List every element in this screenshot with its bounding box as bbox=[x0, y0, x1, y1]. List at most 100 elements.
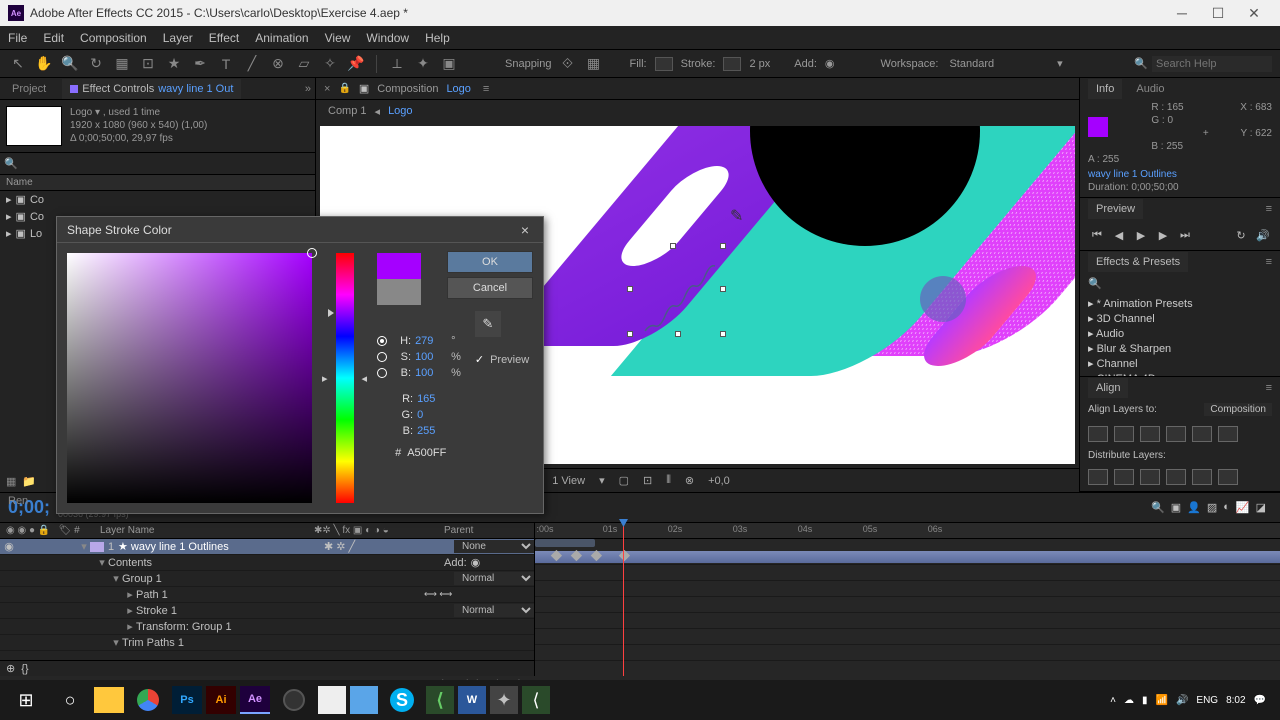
project-item[interactable]: ▸▣Co bbox=[0, 191, 315, 208]
rotation-tool[interactable]: ↻ bbox=[86, 54, 106, 74]
maximize-button[interactable]: ☐ bbox=[1200, 0, 1236, 26]
bright-value[interactable]: 100 bbox=[415, 367, 447, 379]
tab-project[interactable]: Project bbox=[4, 79, 54, 99]
tab-preview[interactable]: Preview bbox=[1088, 199, 1143, 219]
stroke-mode-dropdown[interactable]: Normal bbox=[454, 604, 534, 617]
calculator-icon[interactable] bbox=[318, 686, 346, 714]
menu-composition[interactable]: Composition bbox=[80, 31, 147, 45]
first-frame-button[interactable]: ⏮ bbox=[1088, 226, 1106, 244]
menu-window[interactable]: Window bbox=[366, 31, 409, 45]
search-help-input[interactable] bbox=[1152, 56, 1272, 72]
shape-tool[interactable]: ★ bbox=[164, 54, 184, 74]
tray-chevron-icon[interactable]: ˄ bbox=[1110, 695, 1116, 706]
flow-comp1[interactable]: Comp 1 bbox=[328, 105, 367, 117]
comp-thumbnail[interactable] bbox=[6, 106, 62, 146]
tab-info[interactable]: Info bbox=[1088, 79, 1122, 99]
app-icon-3[interactable]: ⟨ bbox=[522, 686, 550, 714]
pan-behind-tool[interactable]: ⊡ bbox=[138, 54, 158, 74]
blend-mode-dropdown[interactable]: Normal bbox=[454, 572, 534, 585]
camera-tool[interactable]: ▦ bbox=[112, 54, 132, 74]
tl-comp-icon[interactable]: ▣ bbox=[1171, 501, 1181, 514]
channel-icon[interactable]: ⫴ bbox=[666, 474, 671, 487]
dist-hcenter[interactable] bbox=[1192, 469, 1212, 485]
selection-tool[interactable]: ↖ bbox=[8, 54, 28, 74]
region-icon[interactable]: ⊡ bbox=[643, 474, 652, 487]
align-right[interactable] bbox=[1140, 426, 1160, 442]
flow-logo[interactable]: Logo bbox=[388, 105, 412, 117]
snapshot-icon[interactable]: ⊗ bbox=[685, 474, 694, 487]
file-explorer-icon[interactable] bbox=[94, 687, 124, 713]
playhead[interactable] bbox=[623, 523, 624, 676]
tab-align[interactable]: Align bbox=[1088, 378, 1128, 398]
hue-slider[interactable] bbox=[336, 253, 354, 503]
ep-item[interactable]: ▸ Blur & Sharpen bbox=[1080, 341, 1280, 356]
hand-tool[interactable]: ✋ bbox=[34, 54, 54, 74]
blue-value[interactable]: 255 bbox=[417, 425, 449, 437]
bright-radio[interactable] bbox=[377, 368, 387, 378]
start-button[interactable]: ⊞ bbox=[6, 683, 46, 717]
layer-row[interactable]: ◉ ▾ 1 ★ wavy line 1 Outlines ✱ ✲ ╱ None bbox=[0, 539, 534, 555]
minimize-button[interactable]: ─ bbox=[1164, 0, 1200, 26]
app-icon-1[interactable] bbox=[274, 683, 314, 717]
exposure-value[interactable]: +0,0 bbox=[708, 475, 730, 487]
chrome-icon[interactable] bbox=[128, 683, 168, 717]
ep-item[interactable]: ▸ 3D Channel bbox=[1080, 311, 1280, 326]
last-frame-button[interactable]: ⏭ bbox=[1176, 226, 1194, 244]
composition-tab-name[interactable]: Logo bbox=[446, 83, 470, 95]
local-axis-icon[interactable]: ⟂ bbox=[387, 54, 407, 74]
align-target-dropdown[interactable]: Composition bbox=[1204, 403, 1272, 416]
tray-clock[interactable]: 8:02 bbox=[1226, 695, 1245, 706]
selected-layer-bbox[interactable] bbox=[630, 246, 730, 341]
interpret-icon[interactable]: ▦ bbox=[6, 475, 16, 488]
transform-row[interactable]: ▸Transform: Group 1 bbox=[0, 619, 534, 635]
tray-volume-icon[interactable]: 🔊 bbox=[1176, 695, 1188, 706]
hex-value[interactable]: A500FF bbox=[407, 447, 446, 459]
pen-tool[interactable]: ✒ bbox=[190, 54, 210, 74]
menu-help[interactable]: Help bbox=[425, 31, 450, 45]
tray-cloud-icon[interactable]: ☁ bbox=[1124, 695, 1134, 706]
view-layout-dropdown[interactable]: 1 View bbox=[552, 475, 585, 487]
red-value[interactable]: 165 bbox=[417, 393, 449, 405]
toggle-switches-icon[interactable]: ⊕ bbox=[6, 662, 15, 675]
align-top[interactable] bbox=[1166, 426, 1186, 442]
contents-row[interactable]: ▾ Contents Add:◉ bbox=[0, 555, 534, 571]
menu-edit[interactable]: Edit bbox=[43, 31, 64, 45]
menu-animation[interactable]: Animation bbox=[255, 31, 308, 45]
tl-draft3d-icon[interactable]: ◪ bbox=[1256, 501, 1266, 514]
next-frame-button[interactable]: ▶ bbox=[1154, 226, 1172, 244]
roto-tool[interactable]: ✧ bbox=[320, 54, 340, 74]
tl-graph-icon[interactable]: 📈 bbox=[1236, 501, 1250, 514]
eraser-tool[interactable]: ▱ bbox=[294, 54, 314, 74]
align-bottom[interactable] bbox=[1218, 426, 1238, 442]
align-vcenter[interactable] bbox=[1192, 426, 1212, 442]
puppet-tool[interactable]: 📌 bbox=[346, 54, 366, 74]
world-axis-icon[interactable]: ✦ bbox=[413, 54, 433, 74]
snapping-label[interactable]: Snapping bbox=[505, 58, 552, 70]
aftereffects-icon[interactable]: Ae bbox=[240, 686, 270, 714]
brush-tool[interactable]: ╱ bbox=[242, 54, 262, 74]
photoshop-icon[interactable]: Ps bbox=[172, 686, 202, 714]
menu-view[interactable]: View bbox=[325, 31, 351, 45]
align-left[interactable] bbox=[1088, 426, 1108, 442]
trim-paths-row[interactable]: ▾Trim Paths 1 bbox=[0, 635, 534, 651]
workspace-dropdown[interactable]: Standard bbox=[949, 58, 994, 70]
dist-top[interactable] bbox=[1088, 469, 1108, 485]
align-hcenter[interactable] bbox=[1114, 426, 1134, 442]
tl-shy-icon[interactable]: 👤 bbox=[1187, 501, 1201, 514]
loop-button[interactable]: ↻ bbox=[1232, 226, 1250, 244]
dist-left[interactable] bbox=[1166, 469, 1186, 485]
green-value[interactable]: 0 bbox=[417, 409, 449, 421]
close-comp-icon[interactable]: × bbox=[324, 83, 330, 95]
camtasia-icon[interactable]: ⟨ bbox=[426, 686, 454, 714]
menu-file[interactable]: File bbox=[8, 31, 27, 45]
skype-icon[interactable]: S bbox=[382, 683, 422, 717]
dist-right[interactable] bbox=[1218, 469, 1238, 485]
saturation-value-picker[interactable] bbox=[67, 253, 312, 503]
tl-motion-blur-icon[interactable]: ◐ bbox=[1223, 501, 1230, 514]
tray-wifi-icon[interactable]: 📶 bbox=[1156, 695, 1168, 706]
path-row[interactable]: ▸Path 1 ⟷ ⟷ bbox=[0, 587, 534, 603]
menu-effect[interactable]: Effect bbox=[209, 31, 239, 45]
dialog-close-button[interactable]: × bbox=[517, 222, 533, 238]
mute-button[interactable]: 🔊 bbox=[1254, 226, 1272, 244]
tab-effects-presets[interactable]: Effects & Presets bbox=[1088, 252, 1188, 272]
